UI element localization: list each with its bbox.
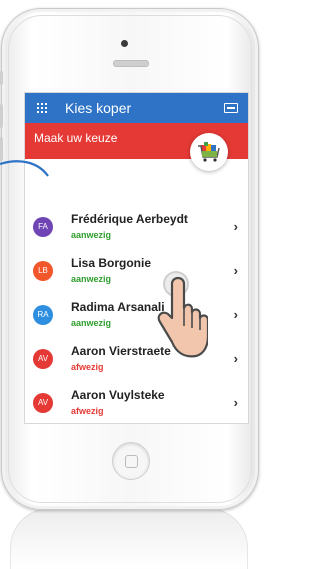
mute-switch [0, 71, 3, 85]
volume-up-button [0, 104, 3, 128]
avatar: LB [33, 261, 53, 281]
chevron-right-icon: › [233, 351, 238, 366]
banner-text: Maak uw keuze [34, 131, 118, 145]
status-label: afwezig [71, 406, 104, 416]
status-label: aanwezig [71, 230, 112, 240]
chevron-right-icon: › [233, 263, 238, 278]
app-bar: Kies koper [25, 93, 248, 123]
keyboard-icon[interactable] [224, 103, 238, 113]
buyer-name: Frédérique Aerbeydt [71, 212, 188, 226]
avatar: AV [33, 349, 53, 369]
swipe-arc-icon [0, 160, 49, 177]
home-square-icon [125, 455, 138, 468]
tap-hand-icon [157, 271, 208, 358]
earpiece-speaker [113, 60, 149, 67]
list-item[interactable]: AV Aaron Vierstraete afwezig › [25, 337, 248, 382]
avatar: RA [33, 305, 53, 325]
list-item[interactable]: RA Radima Arsanali aanwezig › [25, 293, 248, 338]
list-item[interactable]: LB Lisa Borgonie aanwezig › [25, 249, 248, 294]
grid-icon[interactable] [37, 103, 47, 113]
phone-screen: Kies koper Maak uw keuze FA Frédérique A… [24, 92, 249, 424]
shopping-cart-icon [190, 133, 228, 171]
avatar: FA [33, 217, 53, 237]
home-button[interactable] [112, 442, 150, 480]
chevron-right-icon: › [233, 395, 238, 410]
buyer-name: Lisa Borgonie [71, 256, 152, 270]
phone-reflection [10, 508, 248, 569]
list-item[interactable]: FA Frédérique Aerbeydt aanwezig › [25, 205, 248, 250]
chevron-right-icon: › [233, 219, 238, 234]
status-label: aanwezig [71, 318, 112, 328]
buyer-name: Aaron Vuylsteke [71, 388, 165, 402]
list-item[interactable]: AV Aaron Vuylsteke afwezig › [25, 381, 248, 423]
chevron-right-icon: › [233, 307, 238, 322]
avatar: AV [33, 393, 53, 413]
status-label: aanwezig [71, 274, 112, 284]
front-camera [121, 40, 128, 47]
status-label: afwezig [71, 362, 104, 372]
app-title: Kies koper [65, 100, 132, 116]
